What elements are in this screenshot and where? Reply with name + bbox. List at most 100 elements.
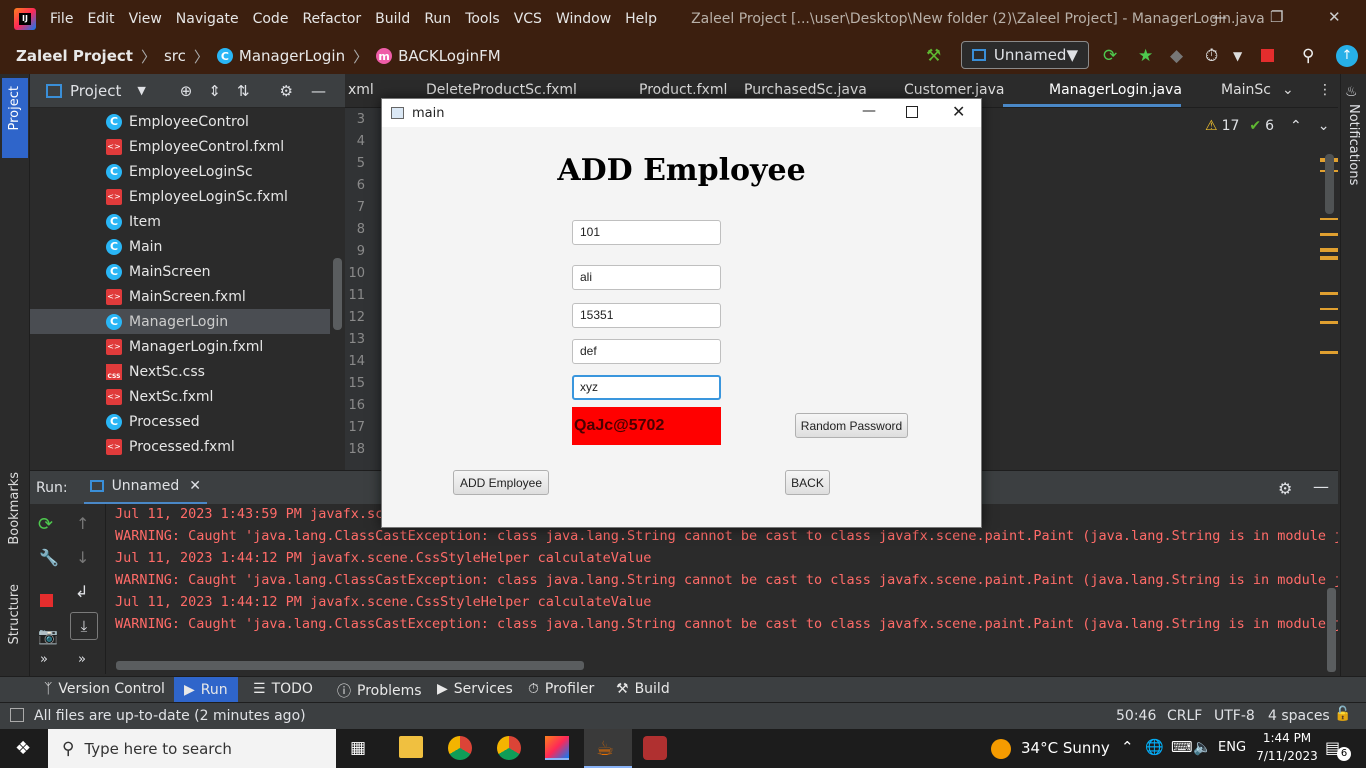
tree-item[interactable]: <> ManagerLogin.fxml bbox=[30, 334, 330, 359]
chevron-up-icon[interactable]: ⌃ bbox=[1290, 118, 1302, 134]
employee-number-field[interactable]: 15351 bbox=[572, 303, 721, 328]
update-icon[interactable]: ↑ bbox=[1336, 45, 1358, 67]
minimize-icon[interactable]: — bbox=[862, 103, 876, 119]
tab-purchasedsc-java[interactable]: PurchasedSc.java bbox=[744, 82, 867, 98]
run-console[interactable]: Jul 11, 2023 1:43:59 PM javafx.scene.Css… bbox=[106, 504, 1338, 674]
caret-position[interactable]: 50:46 bbox=[1116, 708, 1156, 724]
gear-icon[interactable]: ⚙ bbox=[1278, 479, 1292, 498]
back-button[interactable]: BACK bbox=[785, 470, 830, 495]
run-tab-unnamed[interactable]: Unnamed ✕ bbox=[83, 471, 208, 505]
toggle-panels-icon[interactable] bbox=[10, 708, 24, 722]
tree-item[interactable]: <> EmployeeLoginSc.fxml bbox=[30, 184, 330, 209]
breadcrumb-method[interactable]: BACKLoginFM bbox=[398, 47, 501, 65]
coverage-icon[interactable]: ◆ bbox=[1170, 46, 1183, 66]
collapse-all-icon[interactable]: ⇅ bbox=[237, 82, 250, 100]
tree-item[interactable]: C Processed bbox=[30, 409, 330, 434]
tab-version-control[interactable]: ᛉ Version Control bbox=[44, 681, 165, 697]
file-explorer-icon[interactable] bbox=[399, 736, 423, 758]
run-config-dropdown[interactable]: Unnamed ▼ bbox=[961, 41, 1089, 69]
employee-name-field[interactable]: ali bbox=[572, 265, 721, 290]
intellij-taskbar-icon[interactable] bbox=[545, 736, 569, 760]
tab-todo[interactable]: ☰ TODO bbox=[253, 681, 313, 697]
tree-item[interactable]: <> MainScreen.fxml bbox=[30, 284, 330, 309]
volume-icon[interactable]: 🔈 bbox=[1193, 738, 1212, 756]
clock-time[interactable]: 1:44 PM bbox=[1262, 731, 1312, 745]
menu-view[interactable]: View bbox=[129, 11, 162, 27]
ime-icon[interactable]: ⌨ bbox=[1171, 738, 1193, 756]
tree-item[interactable]: C Item bbox=[30, 209, 330, 234]
bookmarks-side-tab[interactable]: Bookmarks bbox=[7, 472, 22, 545]
chrome-profile-icon[interactable] bbox=[497, 736, 521, 760]
error-stripe-mark[interactable] bbox=[1320, 292, 1338, 295]
breadcrumb-project[interactable]: Zaleel Project bbox=[16, 47, 133, 65]
scroll-to-end-icon[interactable]: ⤓ bbox=[70, 612, 98, 640]
chevron-down-icon[interactable]: ▼ bbox=[137, 84, 145, 97]
error-stripe-mark[interactable] bbox=[1320, 321, 1338, 324]
rerun-icon[interactable]: ⟳ bbox=[1103, 46, 1117, 66]
tab-managerlogin-java-active[interactable]: ManagerLogin.java bbox=[1003, 74, 1182, 107]
tree-item[interactable]: C Main bbox=[30, 234, 330, 259]
menu-edit[interactable]: Edit bbox=[87, 11, 114, 27]
chrome-icon[interactable] bbox=[448, 736, 472, 760]
error-stripe-mark[interactable] bbox=[1320, 248, 1338, 252]
hide-panel-icon[interactable]: — bbox=[311, 82, 326, 100]
tab-services[interactable]: ▶ Services bbox=[437, 681, 513, 697]
menu-file[interactable]: File bbox=[50, 11, 73, 27]
tab-run[interactable]: ▶ Run bbox=[174, 677, 238, 703]
language-indicator[interactable]: ENG bbox=[1218, 740, 1246, 755]
lock-icon[interactable]: 🔓 bbox=[1334, 706, 1351, 722]
expand-all-icon[interactable]: ⇕ bbox=[208, 82, 221, 100]
menu-run[interactable]: Run bbox=[424, 11, 451, 27]
breadcrumb-class[interactable]: ManagerLogin bbox=[239, 47, 345, 65]
project-panel-title[interactable]: Project bbox=[70, 82, 121, 100]
console-hscrollbar[interactable] bbox=[116, 661, 584, 670]
close-icon[interactable]: ✕ bbox=[952, 102, 965, 121]
error-stripe-mark[interactable] bbox=[1320, 218, 1338, 220]
menu-vcs[interactable]: VCS bbox=[514, 11, 542, 27]
more-run-icon[interactable]: ▼ bbox=[1233, 49, 1242, 63]
more-icon[interactable]: » bbox=[78, 652, 86, 667]
taskbar-search-box[interactable]: ⚲ Type here to search bbox=[48, 729, 336, 768]
chevron-down-icon[interactable]: ⌄ bbox=[1282, 82, 1294, 98]
tab-mainsc[interactable]: MainSc bbox=[1221, 82, 1271, 98]
tab-problems[interactable]: ⓘ Problems bbox=[337, 681, 422, 701]
snipping-tool-icon[interactable] bbox=[643, 736, 667, 760]
tree-item[interactable]: CSS NextSc.css bbox=[30, 359, 330, 384]
random-password-button[interactable]: Random Password bbox=[795, 413, 908, 438]
close-icon[interactable]: ✕ bbox=[1328, 8, 1341, 26]
employee-field-5[interactable]: xyz bbox=[572, 375, 721, 400]
hammer-icon[interactable]: ⚒ bbox=[926, 46, 941, 66]
arrow-up-icon[interactable]: ↑ bbox=[76, 514, 89, 533]
java-app-taskbar-button[interactable]: ☕ bbox=[584, 729, 632, 768]
notifications-side-tab[interactable]: Notifications bbox=[1346, 104, 1361, 185]
tree-item[interactable]: <> Processed.fxml bbox=[30, 434, 330, 459]
arrow-down-icon[interactable]: ↓ bbox=[76, 548, 89, 567]
error-stripe-mark[interactable] bbox=[1320, 256, 1338, 260]
breadcrumb-src[interactable]: src bbox=[164, 47, 186, 65]
inspection-widget[interactable]: ⚠ 17 ✔ 6 ⌃ ⌄ bbox=[1205, 118, 1330, 134]
tree-item-selected[interactable]: C ManagerLogin bbox=[30, 309, 330, 334]
project-stripe-button[interactable]: Project bbox=[2, 78, 28, 158]
maximize-icon[interactable]: ❐ bbox=[1270, 8, 1283, 26]
error-stripe-mark[interactable] bbox=[1320, 308, 1338, 310]
network-icon[interactable]: 🌐 bbox=[1145, 738, 1164, 756]
locate-icon[interactable]: ⊕ bbox=[180, 82, 193, 100]
task-view-icon[interactable]: ▦ bbox=[350, 738, 366, 758]
chevron-up-icon[interactable]: ⌃ bbox=[1121, 738, 1134, 756]
weather-text[interactable]: 34°C Sunny bbox=[1021, 739, 1110, 757]
tree-item[interactable]: <> EmployeeControl.fxml bbox=[30, 134, 330, 159]
maximize-icon[interactable] bbox=[906, 106, 918, 118]
project-scrollbar[interactable] bbox=[333, 258, 342, 330]
gear-icon[interactable]: ⚙ bbox=[280, 82, 293, 100]
editor-scrollbar[interactable] bbox=[1325, 154, 1334, 214]
structure-side-tab[interactable]: Structure bbox=[7, 584, 22, 644]
menu-help[interactable]: Help bbox=[625, 11, 657, 27]
stop-icon[interactable] bbox=[40, 594, 53, 607]
menu-code[interactable]: Code bbox=[253, 11, 289, 27]
error-stripe-mark[interactable] bbox=[1320, 351, 1338, 354]
add-employee-button[interactable]: ADD Employee bbox=[453, 470, 549, 495]
menu-window[interactable]: Window bbox=[556, 11, 611, 27]
indent-setting[interactable]: 4 spaces bbox=[1268, 708, 1330, 724]
file-encoding[interactable]: UTF-8 bbox=[1214, 708, 1255, 724]
stop-icon[interactable] bbox=[1261, 49, 1274, 62]
